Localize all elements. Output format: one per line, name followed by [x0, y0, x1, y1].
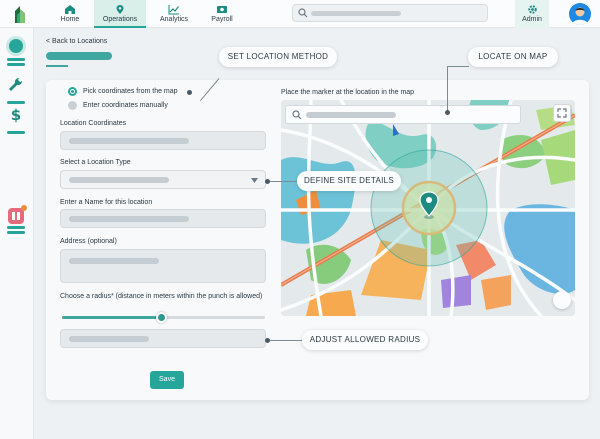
tab-analytics[interactable]: Analytics	[150, 0, 198, 28]
callout-connector	[447, 66, 448, 112]
callout-locate-on-map: LOCATE ON MAP	[468, 47, 558, 67]
tab-operations[interactable]: Operations	[94, 0, 146, 28]
radius-value-field[interactable]	[60, 329, 266, 348]
radius-slider[interactable]	[62, 312, 265, 323]
location-type-select[interactable]	[60, 170, 266, 189]
callout-connector	[447, 66, 469, 67]
coordinates-label: Location Coordinates	[60, 120, 127, 127]
gear-icon	[527, 5, 537, 14]
sidebar-item-tools[interactable]	[5, 76, 27, 104]
callout-adjust-allowed-radius: ADJUST ALLOWED RADIUS	[302, 330, 428, 350]
sidebar-item-apps[interactable]	[5, 205, 27, 234]
chart-line-icon	[168, 5, 179, 15]
radius-slider-fill	[62, 316, 162, 319]
radio-pick-from-map-label: Pick coordinates from the map	[83, 88, 178, 95]
wrench-icon	[9, 77, 23, 91]
user-icon	[572, 7, 588, 25]
callout-dot	[187, 90, 192, 95]
location-pin-icon	[116, 5, 124, 14]
address-textarea[interactable]	[60, 249, 266, 283]
address-label: Address (optional)	[60, 238, 117, 245]
title-underline	[46, 65, 68, 67]
location-type-label: Select a Location Type	[60, 159, 131, 166]
tab-home-label: Home	[60, 16, 80, 23]
tab-operations-label: Operations	[102, 16, 138, 23]
tab-analytics-label: Analytics	[159, 16, 188, 23]
back-to-locations-link[interactable]: < Back to Locations	[46, 38, 107, 45]
radio-enter-manually[interactable]	[68, 101, 77, 110]
tab-payroll[interactable]: Payroll	[198, 0, 246, 28]
global-search-input[interactable]	[292, 4, 488, 22]
tab-payroll-label: Payroll	[211, 16, 233, 23]
callout-set-location-method: SET LOCATION METHOD	[219, 47, 337, 67]
callout-dot	[445, 110, 450, 115]
location-name-field[interactable]	[60, 209, 266, 228]
tab-home[interactable]: Home	[46, 0, 94, 28]
map-search-input[interactable]	[285, 105, 521, 124]
callout-connector	[268, 340, 302, 341]
callout-dot	[265, 179, 270, 184]
fullscreen-icon	[557, 108, 567, 118]
radio-enter-manually-label: Enter coordinates manually	[83, 102, 168, 109]
sidebar-item-payments[interactable]: $	[5, 106, 27, 134]
map-fullscreen-button[interactable]	[553, 104, 571, 122]
location-circle-icon	[6, 36, 26, 56]
dollar-icon: $	[11, 106, 21, 124]
callout-define-site-details: DEFINE SITE DETAILS	[297, 171, 401, 191]
page-title	[46, 52, 112, 60]
admin-menu[interactable]: Admin	[515, 0, 549, 28]
location-map[interactable]	[281, 100, 575, 316]
money-icon	[217, 6, 227, 13]
svg-text:$: $	[11, 106, 21, 124]
sidebar: $	[0, 28, 34, 439]
callout-dot	[265, 338, 270, 343]
chevron-down-icon	[251, 178, 258, 183]
admin-label: Admin	[522, 16, 542, 23]
map-locate-button[interactable]	[553, 291, 571, 309]
search-placeholder-bar	[311, 11, 401, 16]
map-search-placeholder-bar	[306, 112, 396, 118]
radio-pick-from-map[interactable]	[68, 87, 77, 96]
apps-grid-icon	[8, 205, 27, 224]
top-navigation-bar: Home Operations Analytics Payroll Admin	[0, 0, 600, 28]
callout-connector	[268, 181, 297, 182]
user-avatar[interactable]	[569, 3, 591, 25]
home-icon	[65, 5, 75, 14]
coordinates-field[interactable]	[60, 131, 266, 150]
search-icon	[298, 8, 308, 18]
search-icon	[292, 110, 302, 120]
radius-label: Choose a radius* (distance in meters wit…	[60, 293, 263, 300]
app-logo	[15, 6, 25, 23]
map-instruction: Place the marker at the location in the …	[281, 89, 415, 96]
save-button[interactable]: Save	[150, 371, 184, 389]
sidebar-item-locations[interactable]	[5, 36, 27, 66]
name-label: Enter a Name for this location	[60, 199, 153, 206]
